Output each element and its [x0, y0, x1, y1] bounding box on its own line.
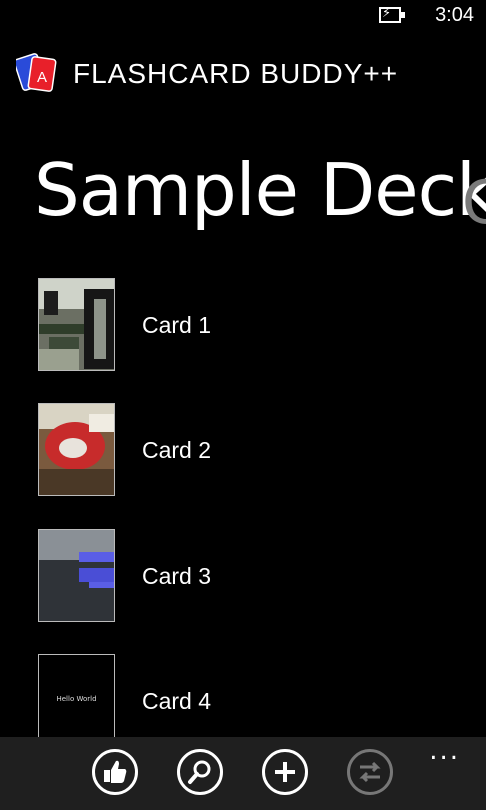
card-label: Card 2: [142, 437, 212, 463]
list-item[interactable]: Hello World Card 4: [38, 654, 458, 749]
next-pivot-title-peek[interactable]: C: [462, 168, 486, 238]
app-logo-icon: A: [16, 53, 57, 92]
card-thumbnail: [38, 529, 115, 622]
battery-charging-icon: ⚡: [379, 6, 405, 23]
logo-letter: A: [37, 69, 47, 86]
card-thumbnail: [38, 278, 115, 371]
thumbnail-text: Hello World: [56, 695, 97, 703]
search-icon: [188, 760, 211, 784]
app-title: FLASHCARD BUDDY++: [73, 58, 399, 89]
add-button[interactable]: [262, 749, 308, 795]
card-label: Card 1: [142, 312, 212, 338]
list-item[interactable]: Card 3: [38, 529, 458, 624]
swap-button[interactable]: [347, 749, 393, 795]
card-label: Card 3: [142, 563, 212, 589]
thumbs-up-button[interactable]: [92, 749, 138, 795]
page-title: Sample Deck: [34, 148, 486, 232]
card-thumbnail: [38, 403, 115, 496]
add-icon: [275, 762, 295, 782]
card-label: Card 4: [142, 688, 212, 714]
list-item[interactable]: Card 2: [38, 403, 458, 498]
clock: 3:04: [435, 4, 474, 26]
list-item[interactable]: Card 1: [38, 278, 458, 373]
card-thumbnail: Hello World: [38, 654, 115, 747]
status-bar: ⚡ 3:04: [0, 0, 486, 34]
thumbs-up-icon: [104, 760, 127, 783]
more-options-button[interactable]: ...: [429, 738, 460, 764]
search-button[interactable]: [177, 749, 223, 795]
application-bar: ...: [0, 737, 486, 810]
swap-icon: [359, 761, 381, 783]
